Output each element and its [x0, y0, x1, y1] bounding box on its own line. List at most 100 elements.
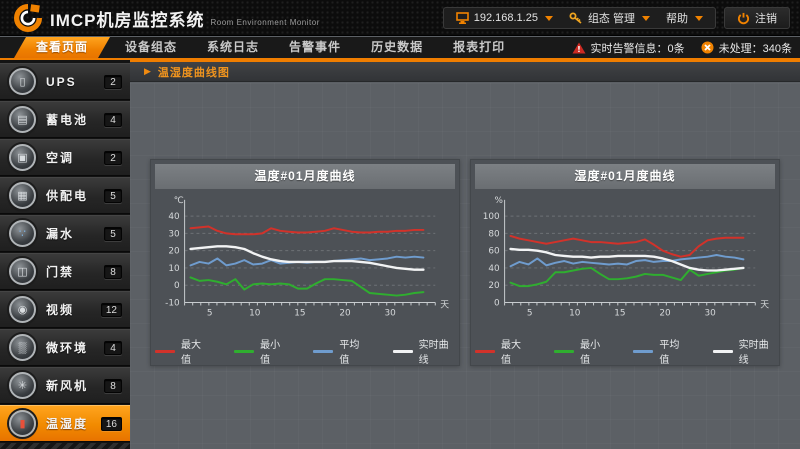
svg-text:20: 20: [659, 308, 671, 318]
count-badge: 4: [104, 113, 122, 127]
legend-swatch: [155, 350, 175, 353]
svg-text:0: 0: [174, 281, 180, 291]
sidebar-item-microenv[interactable]: ▒微环境4: [0, 329, 130, 366]
sidebar-item-freshair[interactable]: ✳ 新风机8: [0, 367, 130, 404]
legend-swatch: [393, 350, 413, 353]
chart-legend: 最大值最小值平均值实时曲线: [155, 336, 455, 366]
svg-text:30: 30: [704, 308, 716, 318]
sidebar-item-label: 漏水: [46, 225, 104, 242]
svg-text:80: 80: [488, 229, 500, 239]
key-icon: [569, 12, 583, 24]
fresh-air-fan-icon: ✳: [9, 372, 36, 399]
legend-swatch: [313, 350, 333, 353]
app-title: IMCP机房监控系统: [50, 6, 205, 31]
circle-x-icon: [701, 41, 714, 54]
svg-text:40: 40: [488, 264, 500, 274]
legend-item: 平均值: [633, 336, 686, 366]
nav-tab[interactable]: 设备组态: [110, 37, 192, 58]
svg-text:0: 0: [494, 298, 500, 308]
power-icon: [737, 12, 750, 25]
legend-swatch: [475, 350, 495, 353]
help-menu-label: 帮助: [666, 10, 688, 26]
section-title: 温湿度曲线图: [158, 64, 230, 80]
legend-swatch: [633, 350, 653, 353]
temperature-chart-panel: 温度#01月度曲线 -10010203040510152030℃天 最大值最小值…: [150, 159, 460, 366]
sidebar-item-label: 供配电: [46, 187, 104, 204]
app-header: IMCP机房监控系统 Room Environment Monitor 192.…: [0, 0, 800, 36]
help-menu[interactable]: 帮助: [666, 10, 703, 26]
svg-text:10: 10: [168, 264, 180, 274]
device-sidebar: ▯UPS2▤蓄电池4▣空调2▦供配电5 ∵ 漏水 5 ◫ 门禁 8 ◉ 视频12 ▒微环境4 ✳ 新风…: [0, 60, 130, 449]
sidebar-item-leak[interactable]: ∵漏水5: [0, 215, 130, 252]
air-conditioner-icon: ▣: [9, 144, 36, 171]
legend-item: 最小值: [234, 336, 287, 366]
svg-text:天: 天: [440, 300, 449, 310]
ip-address: 192.168.1.25: [474, 12, 538, 24]
triangle-right-icon: ▶: [144, 66, 151, 77]
water-leak-icon: ∵: [9, 220, 36, 247]
nav-tab[interactable]: 查看页面: [14, 37, 110, 58]
realtime-alert[interactable]: ! 实时告警信息：0条: [572, 40, 685, 56]
count-badge: 8: [104, 379, 122, 393]
svg-text:-10: -10: [165, 298, 180, 308]
nav-tab[interactable]: 报表打印: [438, 37, 520, 58]
sidebar-item-label: UPS: [46, 75, 104, 89]
legend-label: 最小值: [260, 336, 287, 366]
chevron-down-icon: [642, 16, 650, 21]
logout-label: 注销: [755, 10, 777, 26]
legend-swatch: [554, 350, 574, 353]
app-window: IMCP机房监控系统 Room Environment Monitor 192.…: [0, 0, 800, 449]
sidebar-item-battery[interactable]: ▤蓄电池4: [0, 101, 130, 138]
app-subtitle: Room Environment Monitor: [211, 18, 320, 27]
chevron-down-icon: [695, 16, 703, 21]
realtime-alert-text: 实时告警信息：0条: [591, 40, 685, 56]
svg-text:15: 15: [614, 308, 625, 318]
sidebar-item-label: 视频: [46, 301, 101, 318]
door-access-icon: ◫: [9, 258, 36, 285]
ip-selector[interactable]: 192.168.1.25: [456, 12, 553, 24]
nav-tab[interactable]: 告警事件: [274, 37, 356, 58]
count-badge: 5: [104, 189, 122, 203]
nav-tab[interactable]: 历史数据: [356, 37, 438, 58]
legend-label: 平均值: [659, 336, 686, 366]
sidebar-item-temphum[interactable]: ▮温湿度16: [0, 405, 130, 442]
sidebar-item-video[interactable]: ◉ 视频12: [0, 291, 130, 328]
config-menu[interactable]: 组态 管理: [569, 10, 650, 26]
legend-item: 实时曲线: [713, 336, 775, 366]
unhandled-alert-text: 未处理：340条: [719, 40, 792, 56]
count-badge: 2: [104, 75, 122, 89]
sidebar-item-label: 温湿度: [46, 415, 101, 432]
nav-tab[interactable]: 系统日志: [192, 37, 274, 58]
alert-bar: ! 实时告警信息：0条 未处理：340条: [572, 37, 792, 58]
header-toolbar: 192.168.1.25 组态 管理 帮助: [443, 7, 716, 29]
legend-label: 最大值: [181, 336, 208, 366]
legend-item: 最大值: [475, 336, 528, 366]
chart-legend: 最大值 最小值 平均值实时曲线: [475, 336, 775, 366]
svg-text:20: 20: [488, 281, 500, 291]
logout-button[interactable]: 注销: [724, 7, 790, 29]
sidebar-item-ups[interactable]: ▯UPS2: [0, 63, 130, 100]
chart-title: 温度#01月度曲线: [155, 164, 455, 189]
camera-icon: ◉: [9, 296, 36, 323]
unhandled-alert[interactable]: 未处理：340条: [701, 40, 792, 56]
legend-item: 最小值: [554, 336, 607, 366]
sidebar-item-access[interactable]: ◫门禁8: [0, 253, 130, 290]
svg-text:30: 30: [168, 229, 180, 239]
count-badge: 12: [101, 303, 122, 317]
count-badge: 2: [104, 151, 122, 165]
sidebar-item-label: 新风机: [46, 377, 104, 394]
legend-item: 实时曲线: [393, 336, 455, 366]
sidebar-item-aircon[interactable]: ▣空调2: [0, 139, 130, 176]
charts-content: 温度#01月度曲线 -10010203040510152030℃天 最大值最小值…: [130, 83, 800, 449]
svg-text:5: 5: [527, 308, 533, 318]
sidebar-item-label: 门禁: [46, 263, 104, 280]
svg-text:20: 20: [339, 308, 351, 318]
legend-label: 最小值: [580, 336, 607, 366]
svg-text:天: 天: [760, 300, 769, 310]
sidebar-item-power[interactable]: ▦供配电5: [0, 177, 130, 214]
monitor-icon: [456, 12, 469, 24]
section-header[interactable]: ▶ 温湿度曲线图: [130, 60, 800, 82]
sidebar-item-label: 蓄电池: [46, 111, 104, 128]
temperature-chart: -10010203040510152030℃天: [155, 193, 455, 333]
sidebar-item-label: 微环境: [46, 339, 104, 356]
